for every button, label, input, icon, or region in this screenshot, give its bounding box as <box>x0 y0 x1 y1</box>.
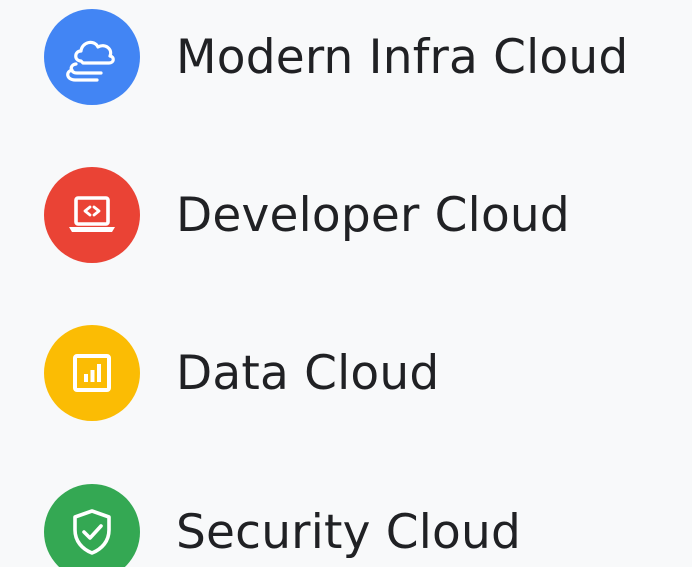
modern-infra-badge <box>44 9 140 105</box>
shield-check-icon <box>73 509 111 555</box>
cloud-product-list: Modern Infra Cloud Developer Cloud Data … <box>0 0 692 567</box>
data-badge <box>44 325 140 421</box>
item-label: Modern Infra Cloud <box>176 29 629 85</box>
list-item-security-cloud[interactable]: Security Cloud <box>44 484 521 567</box>
developer-badge <box>44 167 140 263</box>
list-item-developer-cloud[interactable]: Developer Cloud <box>44 167 570 263</box>
list-item-modern-infra-cloud[interactable]: Modern Infra Cloud <box>44 9 628 105</box>
item-label: Security Cloud <box>176 504 521 560</box>
list-item-data-cloud[interactable]: Data Cloud <box>44 325 439 421</box>
security-badge <box>44 484 140 567</box>
cloud-layers-icon <box>66 40 115 82</box>
item-label: Data Cloud <box>176 345 440 401</box>
item-label: Developer Cloud <box>176 187 570 243</box>
bar-chart-icon <box>73 354 111 392</box>
laptop-code-icon <box>69 196 115 232</box>
